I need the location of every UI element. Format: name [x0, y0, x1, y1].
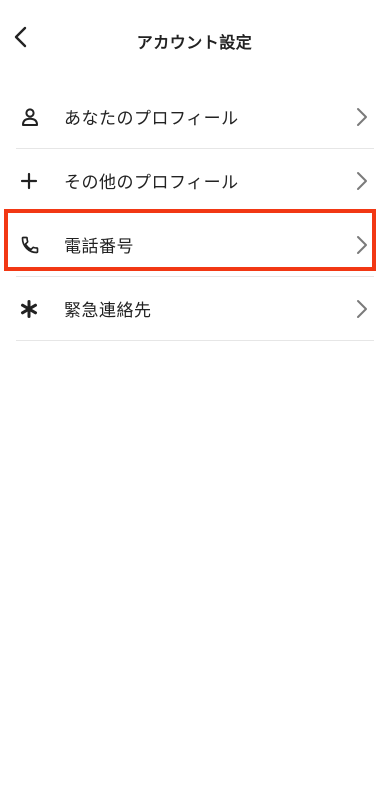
- asterisk-icon: [20, 297, 52, 321]
- chevron-right-icon: [354, 170, 370, 192]
- chevron-right-icon: [354, 106, 370, 128]
- menu-list: あなたのプロフィール その他のプロフィール 電話番号 緊急連絡先: [16, 85, 374, 341]
- chevron-right-icon: [354, 298, 370, 320]
- menu-item-label: 電話番号: [64, 237, 134, 257]
- header: アカウント設定: [0, 0, 389, 78]
- menu-item-phone-number[interactable]: 電話番号: [16, 213, 374, 277]
- menu-item-emergency-contact[interactable]: 緊急連絡先: [16, 277, 374, 341]
- menu-item-your-profile[interactable]: あなたのプロフィール: [16, 85, 374, 149]
- menu-item-label: その他のプロフィール: [64, 173, 239, 193]
- menu-item-other-profiles[interactable]: その他のプロフィール: [16, 149, 374, 213]
- menu-item-label: 緊急連絡先: [64, 301, 152, 321]
- person-icon: [20, 105, 52, 129]
- page-title: アカウント設定: [136, 33, 253, 52]
- menu-item-label: あなたのプロフィール: [64, 109, 239, 129]
- phone-icon: [20, 233, 52, 257]
- plus-icon: [20, 169, 52, 193]
- chevron-right-icon: [354, 234, 370, 256]
